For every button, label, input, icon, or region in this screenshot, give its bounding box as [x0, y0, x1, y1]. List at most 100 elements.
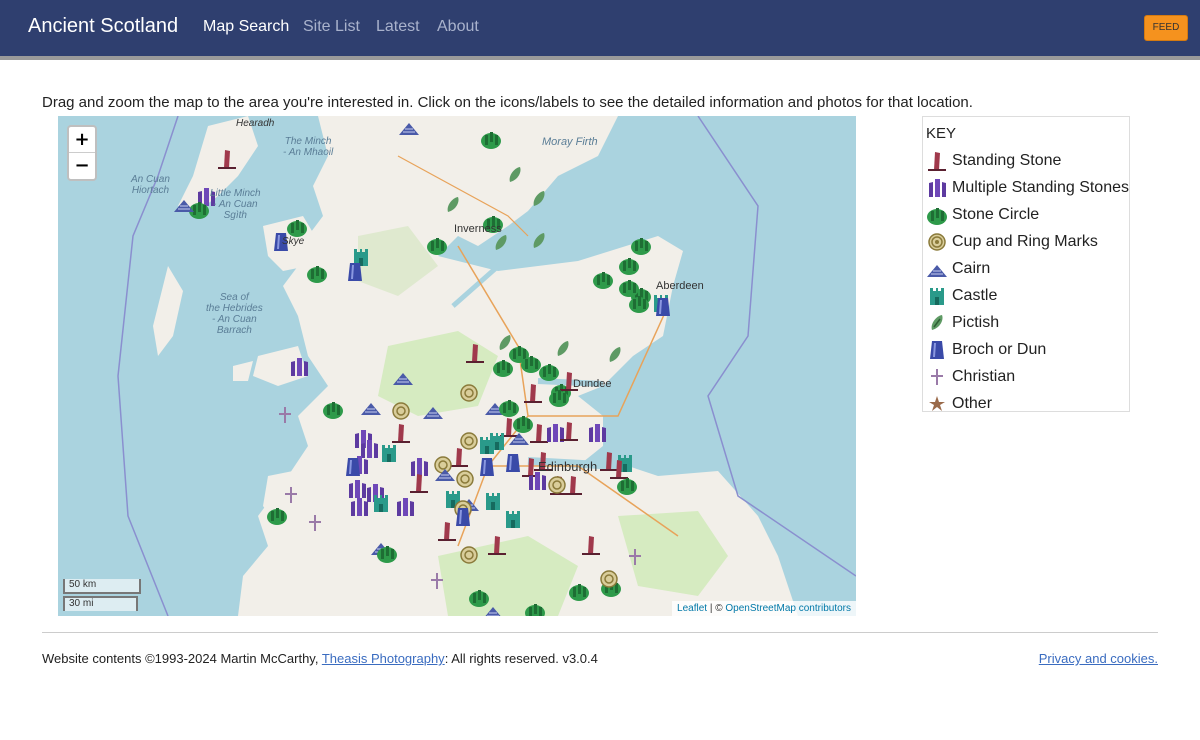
- pictish-marker[interactable]: [604, 344, 626, 366]
- christian-marker[interactable]: [280, 484, 302, 506]
- map-key: KEY Standing Stone Multiple Standing Sto…: [922, 116, 1130, 412]
- standing-stone-marker[interactable]: [216, 148, 238, 170]
- zoom-out-button[interactable]: −: [69, 153, 95, 179]
- broch-marker[interactable]: [344, 261, 366, 283]
- stone-circle-marker[interactable]: [630, 234, 652, 256]
- cairn-marker[interactable]: [508, 426, 530, 448]
- map[interactable]: The Minch - An Mhaoil Moray Firth An Cua…: [58, 116, 856, 616]
- nav-map-search[interactable]: Map Search: [203, 18, 289, 36]
- christian-marker[interactable]: [426, 570, 448, 592]
- nav-about[interactable]: About: [437, 18, 479, 36]
- key-item-multiple-standing-stones[interactable]: Multiple Standing Stones: [926, 174, 1129, 201]
- standing-stone-marker[interactable]: [464, 342, 486, 364]
- christian-marker[interactable]: [304, 512, 326, 534]
- stone-circle-marker[interactable]: [592, 268, 614, 290]
- stone-circle-marker[interactable]: [306, 262, 328, 284]
- stone-circle-marker[interactable]: [538, 360, 560, 382]
- zoom-in-button[interactable]: +: [69, 127, 95, 153]
- castle-marker[interactable]: [476, 434, 498, 456]
- pictish-marker[interactable]: [552, 338, 574, 360]
- nav-site-list[interactable]: Site List: [303, 18, 360, 36]
- castle-marker[interactable]: [370, 492, 392, 514]
- osm-link[interactable]: OpenStreetMap contributors: [725, 603, 851, 614]
- theasis-photography-link[interactable]: Theasis Photography: [322, 651, 445, 666]
- christian-marker[interactable]: [624, 546, 646, 568]
- cairn-marker[interactable]: [482, 600, 504, 616]
- cup-ring-marker[interactable]: [598, 568, 620, 590]
- multiple-stones-marker[interactable]: [288, 356, 310, 378]
- nav-latest[interactable]: Latest: [376, 18, 420, 36]
- cairn-marker[interactable]: [392, 366, 414, 388]
- key-item-other[interactable]: Other: [926, 390, 1129, 417]
- cairn-marker[interactable]: [173, 193, 195, 215]
- standing-stone-marker[interactable]: [580, 534, 602, 556]
- multiple-stones-marker[interactable]: [394, 496, 416, 518]
- broch-icon: [930, 340, 944, 359]
- rights-text: : All rights reserved. v3.0.4: [444, 651, 598, 666]
- privacy-link[interactable]: Privacy and cookies.: [1039, 651, 1158, 666]
- stone-circle-marker[interactable]: [480, 128, 502, 150]
- key-item-cup-and-ring[interactable]: Cup and Ring Marks: [926, 228, 1129, 255]
- pictish-marker[interactable]: [528, 230, 550, 252]
- place-label-dundee: Dundee: [573, 378, 612, 390]
- key-item-standing-stone[interactable]: Standing Stone: [926, 147, 1129, 174]
- pictish-marker[interactable]: [504, 164, 526, 186]
- standing-stone-marker[interactable]: [486, 534, 508, 556]
- standing-stone-marker[interactable]: [408, 472, 430, 494]
- broch-marker[interactable]: [652, 296, 674, 318]
- cairn-marker[interactable]: [398, 116, 420, 138]
- stone-circle-marker[interactable]: [266, 504, 288, 526]
- other-icon: [929, 395, 945, 411]
- key-label: Pictish: [952, 313, 1000, 331]
- multiple-stones-marker[interactable]: [348, 496, 370, 518]
- stone-circle-marker[interactable]: [618, 254, 640, 276]
- christian-marker[interactable]: [274, 404, 296, 426]
- copyright-text: Website contents ©1993-2024 Martin McCar…: [42, 651, 322, 666]
- key-label: Multiple Standing Stones: [952, 178, 1129, 196]
- standing-stone-marker[interactable]: [390, 422, 412, 444]
- key-item-broch[interactable]: Broch or Dun: [926, 336, 1129, 363]
- place-label-skye: Skye: [282, 236, 305, 247]
- stone-circle-marker[interactable]: [524, 600, 546, 616]
- stone-circle-marker[interactable]: [568, 580, 590, 602]
- broch-marker[interactable]: [342, 456, 364, 478]
- stone-circle-marker[interactable]: [426, 234, 448, 256]
- key-item-christian[interactable]: Christian: [926, 363, 1129, 390]
- cairn-marker[interactable]: [434, 462, 456, 484]
- pictish-marker[interactable]: [490, 232, 512, 254]
- cup-ring-marker[interactable]: [390, 400, 412, 422]
- standing-stone-marker[interactable]: [436, 520, 458, 542]
- stone-circle-marker[interactable]: [548, 386, 570, 408]
- site-brand[interactable]: Ancient Scotland: [28, 15, 178, 38]
- broch-marker[interactable]: [476, 456, 498, 478]
- map-attribution: Leaflet | © OpenStreetMap contributors: [672, 601, 856, 616]
- castle-marker[interactable]: [378, 442, 400, 464]
- stone-circle-marker[interactable]: [616, 474, 638, 496]
- leaflet-link[interactable]: Leaflet: [677, 603, 707, 614]
- cairn-marker[interactable]: [360, 396, 382, 418]
- pictish-marker[interactable]: [494, 332, 516, 354]
- stone-circle-marker[interactable]: [618, 276, 640, 298]
- pictish-marker[interactable]: [442, 194, 464, 216]
- cairn-marker[interactable]: [422, 400, 444, 422]
- castle-marker[interactable]: [502, 508, 524, 530]
- key-item-stone-circle[interactable]: Stone Circle: [926, 201, 1129, 228]
- stone-circle-marker[interactable]: [376, 542, 398, 564]
- multiple-stones-marker[interactable]: [586, 422, 608, 444]
- cup-ring-marker[interactable]: [458, 544, 480, 566]
- key-label: Cairn: [952, 259, 991, 277]
- key-item-castle[interactable]: Castle: [926, 282, 1129, 309]
- castle-marker[interactable]: [482, 490, 504, 512]
- key-item-pictish[interactable]: Pictish: [926, 309, 1129, 336]
- cup-ring-marker[interactable]: [546, 474, 568, 496]
- cup-ring-marker[interactable]: [454, 468, 476, 490]
- cup-ring-marker[interactable]: [458, 382, 480, 404]
- standing-stone-marker[interactable]: [558, 420, 580, 442]
- key-item-cairn[interactable]: Cairn: [926, 255, 1129, 282]
- stone-circle-marker[interactable]: [322, 398, 344, 420]
- feed-button[interactable]: FEED: [1144, 15, 1188, 41]
- stone-circle-marker[interactable]: [286, 216, 308, 238]
- place-label-edinburgh: Edinburgh: [538, 459, 598, 474]
- pictish-marker[interactable]: [528, 188, 550, 210]
- standing-stone-marker[interactable]: [522, 382, 544, 404]
